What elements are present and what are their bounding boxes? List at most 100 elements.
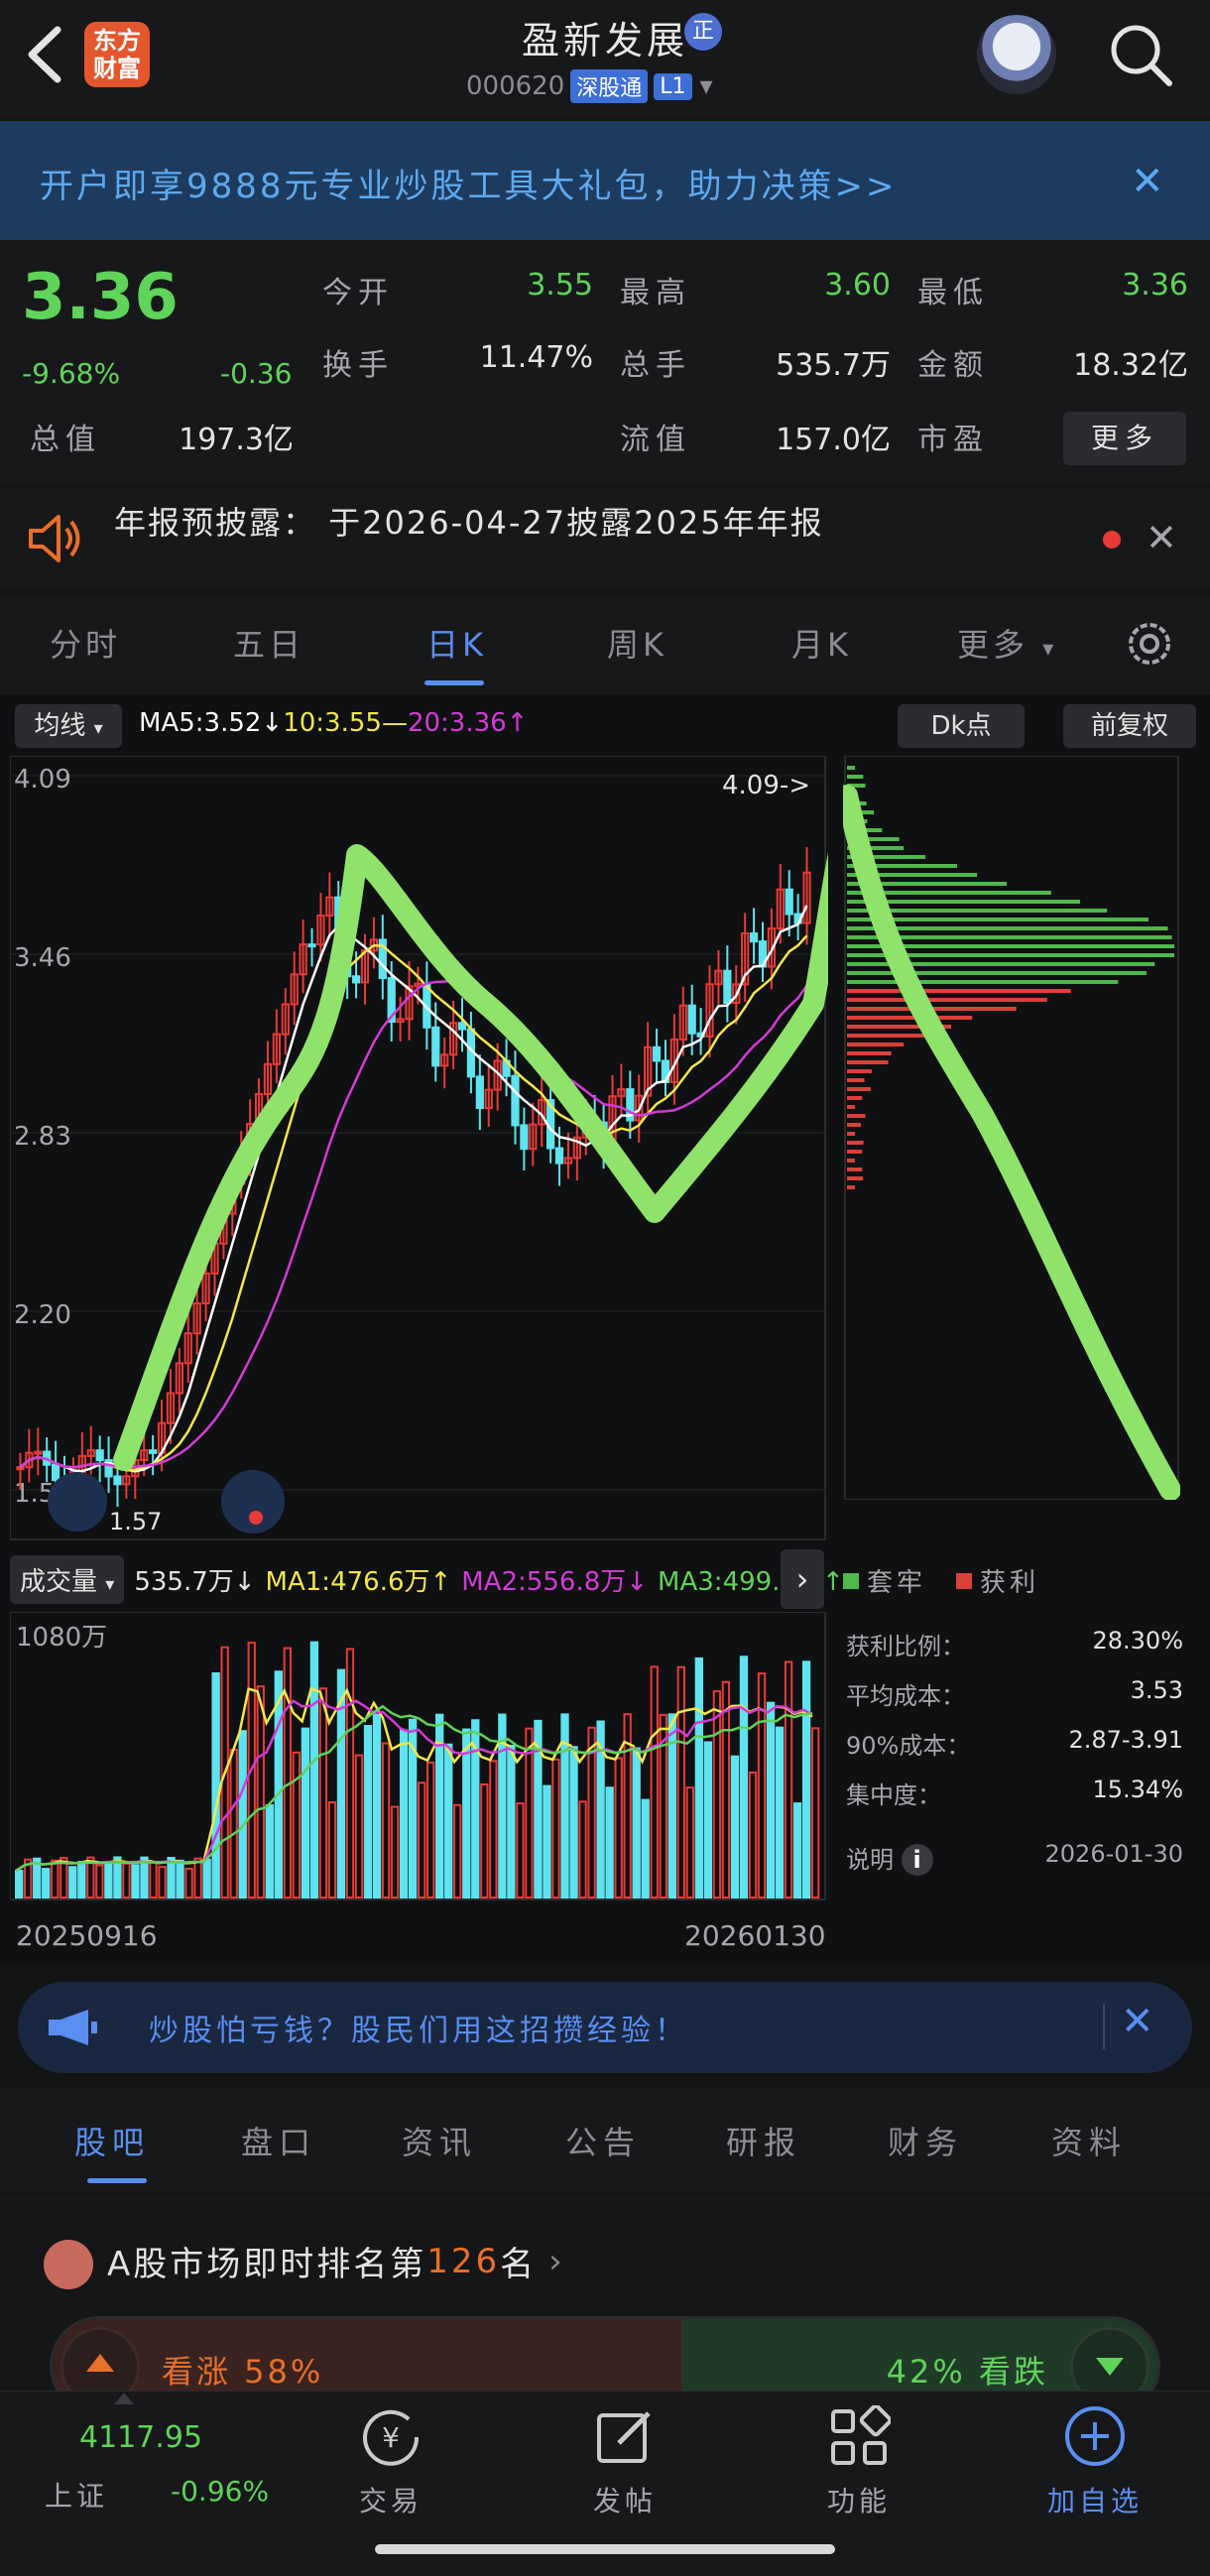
chip-bar xyxy=(847,1176,864,1180)
volume-bar xyxy=(95,1864,104,1899)
volume-bar xyxy=(775,1726,785,1899)
promo-text[interactable]: 炒股怕亏钱？股民们用这招攒经验！ xyxy=(149,2006,688,2049)
chevron-right-icon[interactable]: › xyxy=(781,1549,824,1609)
tab-news[interactable]: 资讯 xyxy=(402,2118,477,2163)
volume-bar xyxy=(507,1744,516,1899)
candle-body xyxy=(16,1466,25,1471)
ma5-line xyxy=(19,905,808,1473)
volume-bar xyxy=(801,1660,811,1899)
chip-bar xyxy=(847,1016,973,1020)
notice-close-icon[interactable]: ✕ xyxy=(1146,516,1177,559)
date-start: 20250916 xyxy=(16,1919,158,1952)
price-max-label: 4.09-> xyxy=(722,771,810,800)
notice-text[interactable]: 年报预披露： 于2026-04-27披露2025年年报 xyxy=(114,498,824,544)
banner-text[interactable]: 开户即享9888元专业炒股工具大礼包，助力决策>> xyxy=(40,159,898,207)
lock-swatch xyxy=(843,1572,859,1589)
volume-bar xyxy=(792,1802,802,1899)
trade-icon[interactable]: ¥ xyxy=(359,2405,423,2469)
profit-ratio-row: 获利比例： 28.30% xyxy=(846,1627,1183,1660)
volume-bar xyxy=(516,1802,525,1899)
tab-order-book[interactable]: 盘口 xyxy=(241,2118,316,2163)
home-indicator xyxy=(375,2544,835,2554)
marker-dot xyxy=(249,1511,263,1525)
compose-icon[interactable] xyxy=(593,2405,657,2469)
chevron-down-icon: ▾ xyxy=(1042,637,1058,662)
chevron-down-icon[interactable]: ▾ xyxy=(700,71,713,101)
volume-indicator-button[interactable]: 成交量 ▾ xyxy=(10,1555,125,1604)
tab-forum[interactable]: 股吧 xyxy=(74,2118,150,2163)
tab-finance[interactable]: 财务 xyxy=(888,2118,963,2163)
chip-bar xyxy=(847,1078,865,1082)
volume-bar xyxy=(238,1730,247,1899)
quote-label: 金额 xyxy=(917,348,989,383)
nav-trade[interactable]: 交易 xyxy=(311,2480,470,2519)
candle-body xyxy=(457,1022,467,1031)
volume-bar xyxy=(390,1805,400,1899)
note-row[interactable]: 说明 i 2026-01-30 xyxy=(846,1840,1183,1876)
search-icon[interactable] xyxy=(1106,20,1175,89)
tab-monthly-k[interactable]: 月K xyxy=(791,620,852,666)
active-tab-indicator xyxy=(87,2178,147,2183)
volume-bar xyxy=(569,1746,578,1899)
volume-bar xyxy=(318,1687,328,1899)
candle-body xyxy=(520,1124,529,1151)
tab-profile[interactable]: 资料 xyxy=(1051,2118,1127,2163)
chip-bar xyxy=(847,980,1119,984)
chip-bar xyxy=(847,1060,889,1064)
info-icon[interactable]: i xyxy=(901,1844,933,1876)
tab-daily-k[interactable]: 日K xyxy=(426,620,487,666)
more-button[interactable]: 更多 xyxy=(1063,412,1186,465)
candlestick-chart[interactable]: 4.093.462.832.201.574.09->1.57 xyxy=(10,756,828,1544)
apps-grid-icon[interactable] xyxy=(827,2405,891,2469)
volume-bar xyxy=(354,1754,364,1899)
rank-text[interactable]: A股市场即时排名第 126 名 › xyxy=(107,2237,565,2285)
robot-assistant-icon[interactable] xyxy=(977,15,1056,94)
index-value[interactable]: 4117.95 xyxy=(79,2420,202,2455)
volume-bar xyxy=(399,1729,409,1899)
volume-bar xyxy=(309,1641,319,1899)
index-change[interactable]: -0.96% xyxy=(171,2475,269,2508)
change-amount: -0.36 xyxy=(220,357,293,390)
price-adjust-button[interactable]: 前复权 xyxy=(1063,704,1196,748)
dk-point-button[interactable]: Dk点 xyxy=(898,704,1025,748)
chip-bar xyxy=(847,1132,855,1136)
tab-weekly-k[interactable]: 周K xyxy=(607,620,667,666)
volume-bar xyxy=(650,1665,659,1899)
candle-body xyxy=(652,1045,662,1062)
add-circle-icon[interactable] xyxy=(1061,2402,1129,2470)
ma-toggle-button[interactable]: 均线 ▾ xyxy=(15,704,122,748)
candle-body xyxy=(687,1004,696,1035)
index-name[interactable]: 上证 xyxy=(45,2475,108,2515)
volume-chart[interactable]: 1080万 xyxy=(10,1612,828,1909)
volume-bar xyxy=(15,1870,24,1899)
volume-bar xyxy=(77,1861,86,1899)
volume-bar xyxy=(748,1771,758,1899)
quote-label: 最低 xyxy=(917,276,989,310)
quote-value: 18.32亿 xyxy=(1073,348,1188,383)
nav-functions[interactable]: 功能 xyxy=(780,2480,938,2519)
chip-distribution-chart[interactable] xyxy=(843,756,1180,1500)
candle-body xyxy=(34,1450,43,1455)
volume-bar xyxy=(614,1757,623,1899)
tab-research[interactable]: 研报 xyxy=(726,2118,801,2163)
avg-cost-row: 平均成本： 3.53 xyxy=(846,1676,1183,1710)
tab-five-day[interactable]: 五日 xyxy=(233,620,304,666)
chip-bar xyxy=(847,998,1047,1002)
nav-post[interactable]: 发帖 xyxy=(545,2480,704,2519)
date-end: 20260130 xyxy=(684,1919,826,1952)
gear-icon[interactable] xyxy=(1121,615,1178,673)
tab-announcements[interactable]: 公告 xyxy=(565,2118,641,2163)
tab-intraday[interactable]: 分时 xyxy=(50,620,121,666)
promo-close-icon[interactable]: ✕ xyxy=(1121,1999,1154,2044)
vote-down-label: 42% 看跌 xyxy=(886,2353,1048,2391)
volume-bar xyxy=(757,1672,767,1899)
banner-close-icon[interactable]: ✕ xyxy=(1131,159,1164,204)
price-low-label: 1.57 xyxy=(109,1508,162,1535)
chip-bar xyxy=(847,766,855,770)
tab-more[interactable]: 更多 ▾ xyxy=(957,620,1057,666)
divider xyxy=(1103,2004,1105,2049)
volume-bar xyxy=(685,1786,694,1899)
chip-bar xyxy=(847,1051,892,1055)
chip-bar xyxy=(847,1159,855,1163)
nav-add-watchlist[interactable]: 加自选 xyxy=(1016,2480,1174,2519)
